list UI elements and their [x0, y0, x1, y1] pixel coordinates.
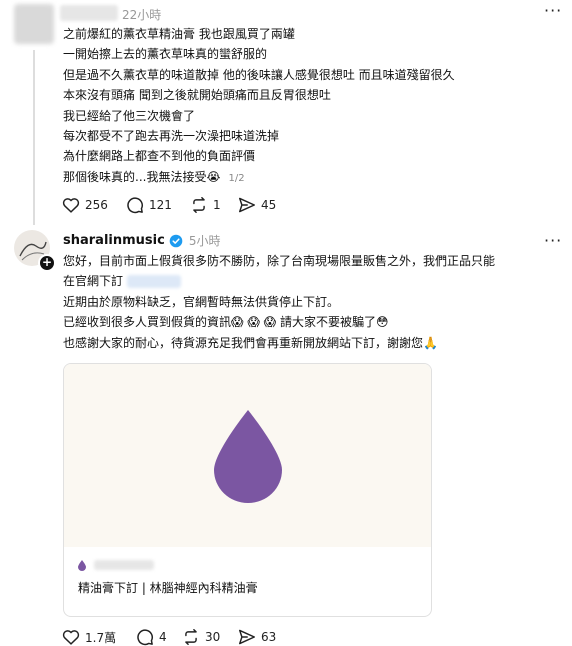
link-preview-image [64, 364, 431, 547]
post-header: sharalinmusic 5小時 [63, 232, 220, 249]
post-text-line: 在官網下訂 [63, 271, 495, 291]
comment-count: 121 [149, 198, 172, 212]
thread-line [33, 50, 35, 225]
post-time: 5小時 [188, 234, 221, 248]
repost-icon [193, 197, 205, 213]
post-text-line: 我已經給了他三次機會了 [63, 108, 196, 123]
redacted-link[interactable] [127, 275, 182, 289]
share-count: 63 [261, 630, 277, 644]
verified-badge-icon [169, 234, 183, 247]
link-source [78, 555, 417, 575]
post-actions: 256 121 1 45 [62, 196, 288, 214]
like-button[interactable]: 1.7萬 [62, 628, 136, 646]
post-text-line: 一開始擦上去的薰衣草味真的蠻舒服的 [63, 47, 268, 62]
more-options-icon[interactable]: ··· [544, 3, 562, 19]
post-body: 您好，目前市面上假貨很多防不勝防，除了台南現場限量販售之外，我們正品只能 在官網… [63, 251, 495, 353]
post-text-line: 之前爆紅的薰衣草精油膏 我也跟風買了兩罐 [63, 27, 295, 41]
page-indicator: 1/2 [228, 172, 245, 184]
like-count: 1.7萬 [85, 630, 117, 645]
share-button[interactable]: 45 [238, 196, 288, 214]
username[interactable] [60, 5, 118, 21]
link-preview-card[interactable]: 精油膏下訂 | 林腦神經內科精油膏 [63, 363, 432, 617]
share-icon [239, 629, 255, 645]
comment-count: 4 [159, 630, 167, 644]
post-text-line: 您好，目前市面上假貨很多防不勝防，除了台南現場限量販售之外，我們正品只能 [63, 254, 496, 268]
small-drop-icon [78, 559, 86, 571]
share-icon [239, 197, 255, 213]
follow-plus-icon[interactable]: + [38, 254, 56, 272]
more-options-icon[interactable]: ··· [544, 233, 562, 249]
post-text-line: 也感謝大家的耐心，待貨源充足我們會再重新開放網站下訂，謝謝您🙏 [63, 335, 438, 350]
heart-icon [62, 198, 80, 213]
post-body: 之前爆紅的薰衣草精油膏 我也跟風買了兩罐 一開始擦上去的薰衣草味真的蠻舒服的 但… [63, 24, 455, 189]
repost-button[interactable]: 1 [190, 196, 238, 214]
share-count: 45 [261, 198, 277, 212]
repost-button[interactable]: 30 [182, 628, 238, 646]
post-time: 22小時 [122, 8, 162, 22]
purple-drop-icon [213, 409, 282, 503]
username[interactable]: sharalinmusic [63, 233, 165, 248]
like-count: 256 [85, 198, 108, 212]
like-button[interactable]: 256 [62, 196, 126, 214]
post-text-last: 那個後味真的...我無法接受😭 [63, 169, 221, 184]
repost-count: 30 [205, 630, 221, 644]
avatar[interactable] [14, 4, 54, 44]
comment-icon [127, 197, 143, 214]
heart-icon [62, 630, 80, 645]
post-text-line: 每次都受不了跑去再洗一次澡把味道洗掉 [63, 129, 280, 144]
link-preview-footer: 精油膏下訂 | 林腦神經內科精油膏 [64, 547, 431, 604]
post-text-line: 本來沒有頭痛 聞到之後就開始頭痛而且反胃很想吐 [63, 88, 331, 103]
post-text-line: 但是過不久薰衣草的味道散掉 他的後味讓人感覺很想吐 而且味道殘留很久 [63, 67, 455, 82]
post-text-line: 為什麼網路上都查不到他的負面評價 [63, 149, 256, 164]
repost-icon [185, 629, 197, 645]
post-text-line: 已經收到很多人買到假貨的資訊😱 😱 😱 請大家不要被騙了😳 [63, 315, 389, 330]
comment-icon [137, 629, 153, 646]
comment-button[interactable]: 4 [136, 628, 182, 646]
link-domain [94, 560, 154, 570]
post-actions: 1.7萬 4 30 63 [62, 628, 288, 646]
repost-count: 1 [213, 198, 221, 212]
post-text-line: 那個後味真的...我無法接受😭 1/2 [63, 167, 455, 189]
link-preview-title: 精油膏下訂 | 林腦神經內科精油膏 [78, 581, 258, 595]
post-text-line: 近期由於原物料缺乏，官網暫時無法供貨停止下訂。 [63, 294, 340, 309]
post-text: 在官網下訂 [63, 274, 124, 289]
share-button[interactable]: 63 [238, 628, 288, 646]
comment-button[interactable]: 121 [126, 196, 190, 214]
